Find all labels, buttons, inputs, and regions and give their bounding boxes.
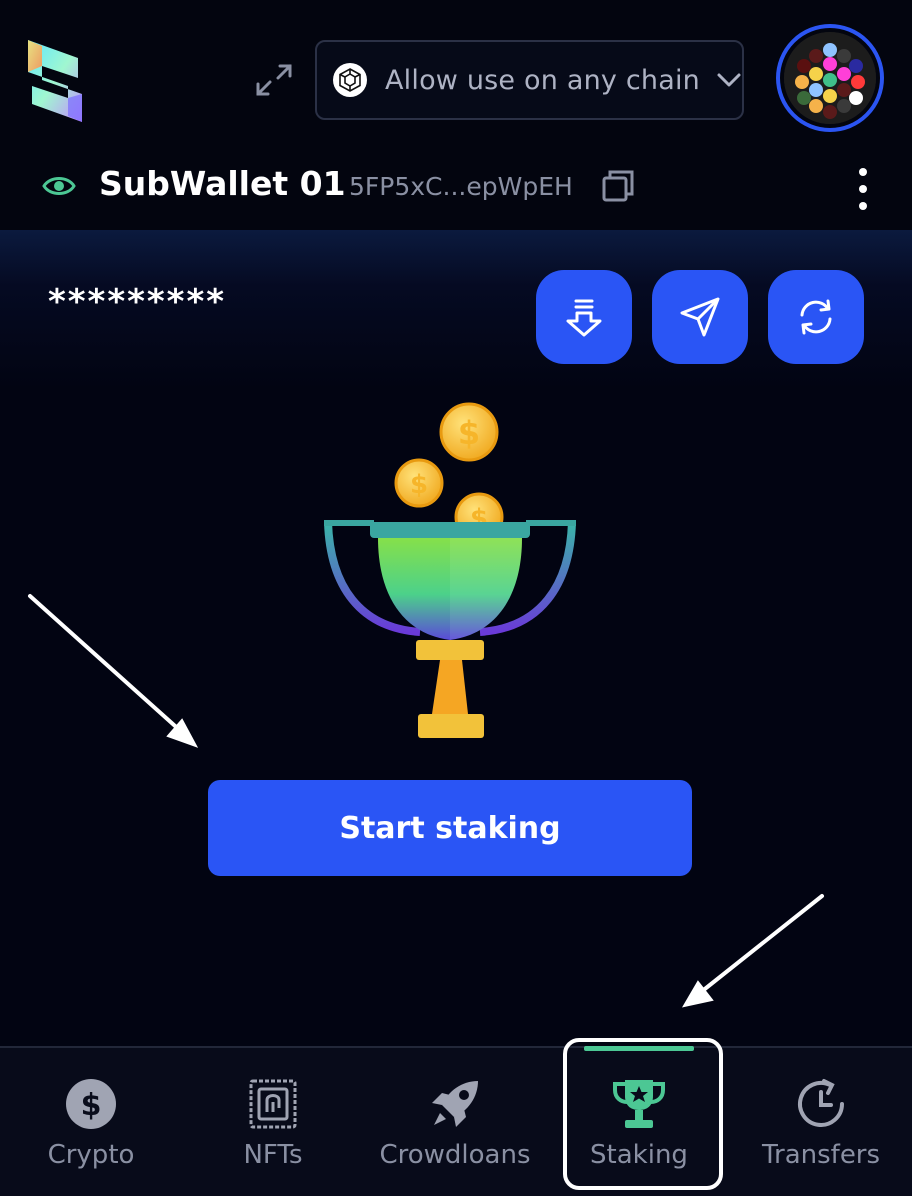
- nav-label-crowdloans: Crowdloans: [379, 1140, 531, 1170]
- rocket-icon: [427, 1076, 483, 1132]
- copy-icon[interactable]: [600, 168, 636, 204]
- subwallet-logo: [22, 36, 88, 126]
- account-name: SubWallet 01: [99, 164, 346, 203]
- chain-selector[interactable]: Allow use on any chain: [315, 40, 744, 120]
- more-options-icon[interactable]: [852, 166, 874, 212]
- nft-icon: [245, 1076, 301, 1132]
- eye-icon[interactable]: [42, 172, 76, 200]
- nav-item-nfts[interactable]: NFTs: [182, 1048, 364, 1196]
- account-avatar[interactable]: [776, 24, 884, 132]
- send-icon: [680, 297, 720, 337]
- expand-icon[interactable]: [252, 60, 296, 100]
- svg-text:$: $: [410, 470, 428, 500]
- chevron-down-icon: [717, 73, 741, 87]
- nav-item-crowdloans[interactable]: Crowdloans: [364, 1048, 546, 1196]
- nav-label-crypto: Crypto: [47, 1140, 135, 1170]
- nav-label-staking: Staking: [590, 1140, 688, 1170]
- network-icon: [333, 63, 367, 97]
- balance-masked: *********: [48, 282, 227, 322]
- top-header: Allow use on any chain SubWallet 01 5FP5…: [0, 0, 912, 230]
- nav-item-transfers[interactable]: Transfers: [730, 1048, 912, 1196]
- nav-item-crypto[interactable]: $ Crypto: [0, 1048, 182, 1196]
- start-staking-button[interactable]: Start staking: [208, 780, 692, 876]
- send-button[interactable]: [652, 270, 748, 364]
- svg-text:$: $: [458, 414, 480, 452]
- swap-icon: [800, 299, 832, 335]
- active-tab-indicator: [584, 1046, 694, 1051]
- receive-icon: [566, 299, 602, 337]
- identicon: [784, 32, 876, 124]
- history-icon: [793, 1076, 849, 1132]
- nav-label-nfts: NFTs: [243, 1140, 303, 1170]
- nav-item-staking[interactable]: Staking: [548, 1048, 730, 1196]
- trophy-icon: [611, 1076, 667, 1132]
- dollar-coin-icon: $: [63, 1076, 119, 1132]
- chain-selector-label: Allow use on any chain: [385, 64, 700, 96]
- nav-label-transfers: Transfers: [761, 1140, 881, 1170]
- svg-text:$: $: [81, 1088, 102, 1123]
- receive-button[interactable]: [536, 270, 632, 364]
- account-row: SubWallet 01 5FP5xC...epWpEH: [0, 150, 912, 226]
- bottom-navigation: $ Crypto NFTs Crowdloans Staking Transfe…: [0, 1046, 912, 1196]
- trophy-coins-illustration: $ $ $: [300, 396, 600, 746]
- balance-section: *********: [0, 230, 912, 390]
- coin-icon: $: [439, 402, 499, 462]
- account-address: 5FP5xC...epWpEH: [349, 172, 573, 201]
- swap-button[interactable]: [768, 270, 864, 364]
